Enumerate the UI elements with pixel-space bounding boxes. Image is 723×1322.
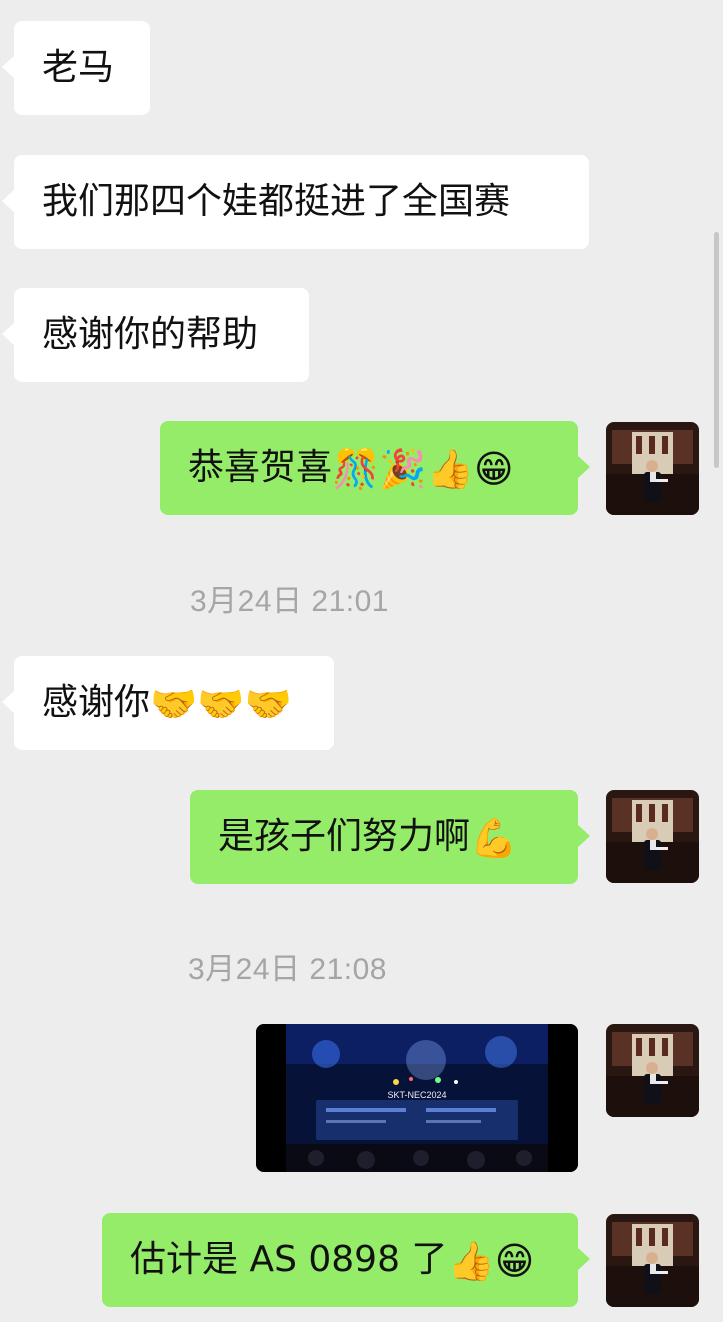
emoji-flexed-biceps-icon: 💪	[470, 816, 518, 860]
outgoing-message[interactable]: 是孩子们努力啊💪	[190, 790, 590, 884]
chat-window: 老马 我们那四个娃都挺进了全国赛 感谢你的帮助 恭喜贺喜🎊🎉👍😁 3月24日 2…	[0, 0, 723, 1322]
message-text: 感谢你	[42, 682, 151, 723]
message-text: 我们那四个娃都挺进了全国赛	[42, 181, 511, 222]
user-avatar-icon[interactable]	[606, 790, 699, 883]
emoji-handshake-icon: 🤝🤝🤝	[150, 682, 292, 726]
message-text: 估计是 AS 0898 了	[130, 1239, 448, 1280]
video-message[interactable]: SKT-NEC2024	[256, 1024, 578, 1172]
timestamp: 3月24日 21:01	[190, 585, 389, 618]
user-avatar-icon[interactable]	[606, 1214, 699, 1307]
outgoing-message[interactable]: 估计是 AS 0898 了👍😁	[102, 1213, 590, 1307]
emoji-thumbs-up-grin-icon: 👍😁	[447, 1239, 535, 1283]
message-text: 感谢你的帮助	[42, 314, 259, 355]
timestamp: 3月24日 21:08	[188, 953, 387, 986]
message-text: 是孩子们努力啊	[218, 816, 471, 857]
scrollbar[interactable]	[714, 232, 719, 468]
user-avatar-icon[interactable]	[606, 1024, 699, 1117]
video-screen-title: SKT-NEC2024	[387, 1090, 446, 1100]
incoming-message[interactable]: 我们那四个娃都挺进了全国赛	[2, 155, 589, 249]
incoming-message[interactable]: 感谢你的帮助	[2, 288, 309, 382]
message-text: 老马	[42, 47, 115, 88]
user-avatar-icon[interactable]	[606, 422, 699, 515]
incoming-message[interactable]: 感谢你🤝🤝🤝	[2, 656, 334, 750]
incoming-message[interactable]: 老马	[2, 21, 150, 115]
emoji-celebrate-icon: 🎊🎉👍😁	[332, 447, 514, 491]
outgoing-message[interactable]: 恭喜贺喜🎊🎉👍😁	[160, 421, 590, 515]
message-text: 恭喜贺喜	[188, 447, 333, 488]
